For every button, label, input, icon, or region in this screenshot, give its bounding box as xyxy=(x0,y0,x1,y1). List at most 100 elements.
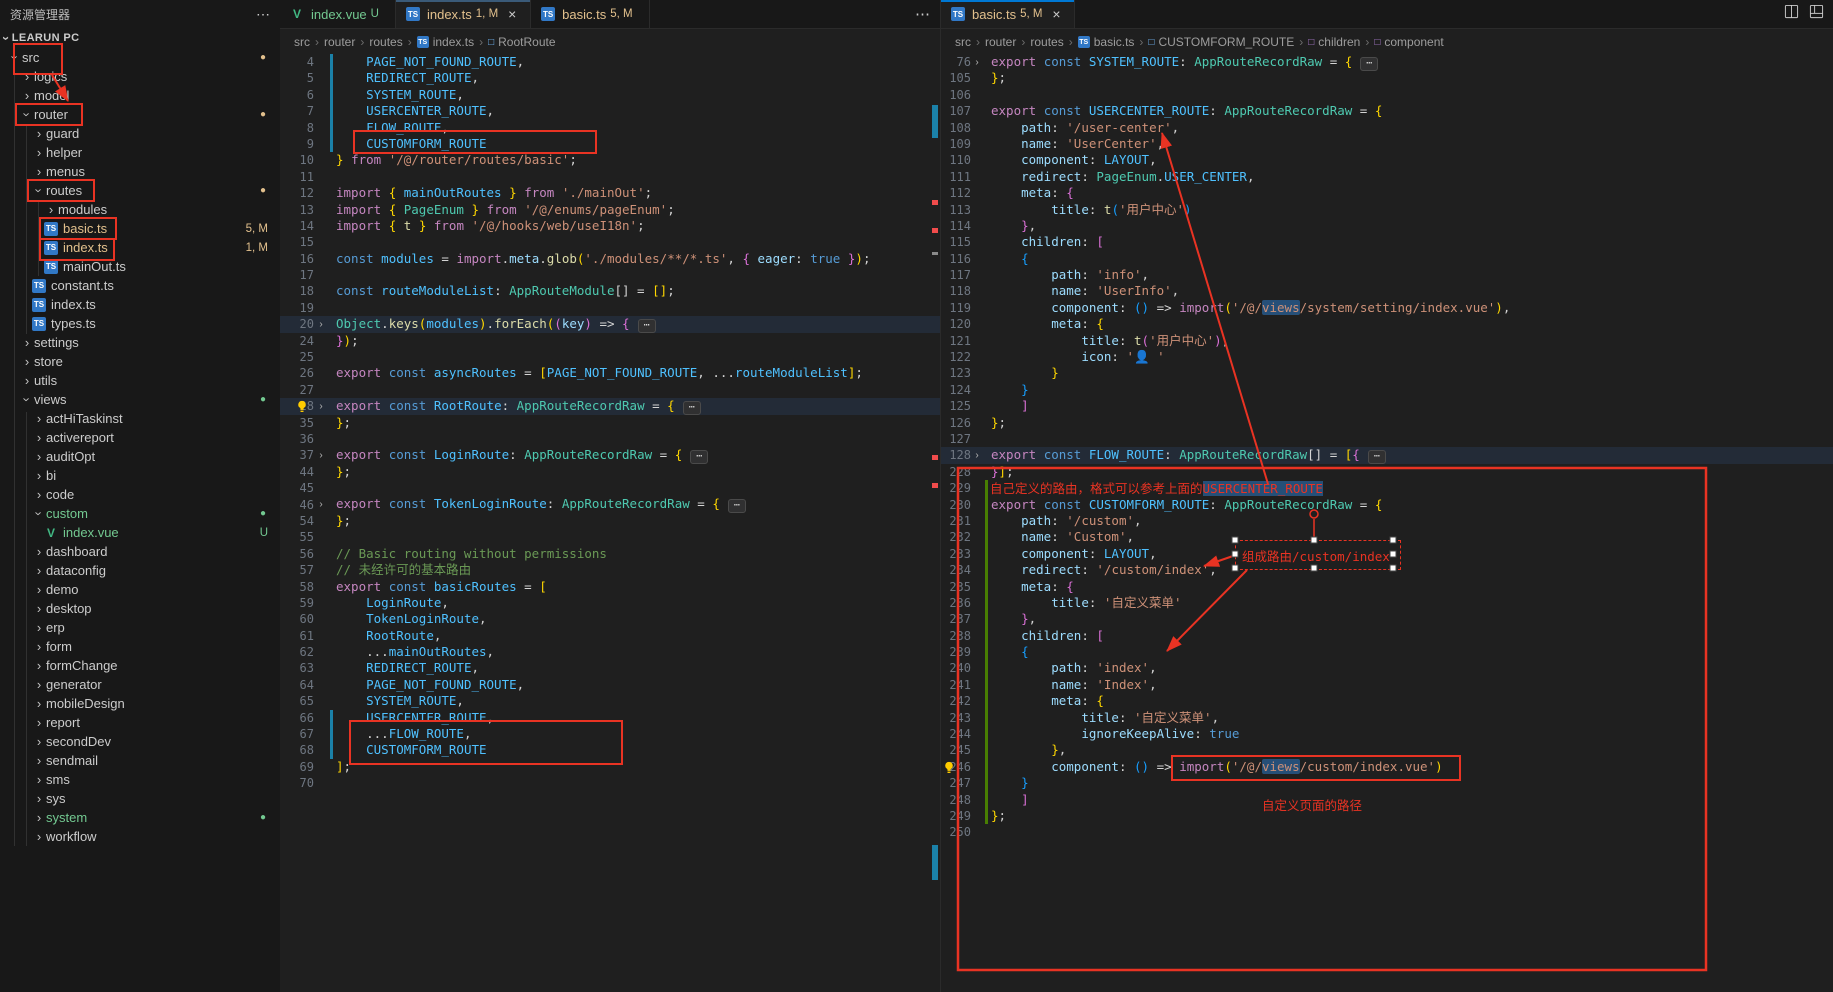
code-line-236[interactable]: 236 title: '自定义菜单' xyxy=(941,595,1833,611)
tree-item-generator[interactable]: ›generator xyxy=(0,675,280,694)
code-line-57[interactable]: 57// 未经许可的基本路由 xyxy=(280,562,940,578)
tree-item-desktop[interactable]: ›desktop xyxy=(0,599,280,618)
tree-item-sendmail[interactable]: ›sendmail xyxy=(0,751,280,770)
code-line-241[interactable]: 241 name: 'Index', xyxy=(941,677,1833,693)
line-number[interactable]: 16 xyxy=(280,251,314,267)
code-line-123[interactable]: 123 } xyxy=(941,365,1833,381)
code-line-113[interactable]: 113 title: t('用户中心') xyxy=(941,202,1833,218)
chevron-right-icon[interactable]: › xyxy=(32,411,46,426)
code-line-248[interactable]: 248 ] xyxy=(941,792,1833,808)
code-line-105[interactable]: 105}; xyxy=(941,70,1833,86)
breadcrumb-item-router[interactable]: router xyxy=(324,35,355,49)
tree-item-index.ts[interactable]: TSindex.ts1, M xyxy=(0,238,280,257)
breadcrumb-item-src[interactable]: src xyxy=(294,35,310,49)
line-number[interactable]: 70 xyxy=(280,775,314,791)
tree-item-system[interactable]: ›system● xyxy=(0,808,280,827)
line-number[interactable]: 63 xyxy=(280,660,314,676)
chevron-right-icon[interactable]: › xyxy=(32,126,46,141)
line-number[interactable]: 44 xyxy=(280,464,314,480)
breadcrumb-item-CUSTOMFORM_ROUTE[interactable]: □CUSTOMFORM_ROUTE xyxy=(1148,35,1294,49)
line-number[interactable]: 242 xyxy=(941,693,971,709)
tree-item-index.ts[interactable]: TSindex.ts xyxy=(0,295,280,314)
chevron-right-icon[interactable]: › xyxy=(32,753,46,768)
tree-item-router[interactable]: ›router● xyxy=(0,105,280,124)
chevron-right-icon[interactable]: › xyxy=(20,69,34,84)
code-line-117[interactable]: 117 path: 'info', xyxy=(941,267,1833,283)
folded-region-ellipsis[interactable]: ⋯ xyxy=(1368,450,1386,464)
code-line-108[interactable]: 108 path: '/user-center', xyxy=(941,120,1833,136)
line-number[interactable]: 106 xyxy=(941,87,971,103)
code-line-245[interactable]: 245 }, xyxy=(941,742,1833,758)
code-line-63[interactable]: 63 REDIRECT_ROUTE, xyxy=(280,660,940,676)
code-line-26[interactable]: 26export const asyncRoutes = [PAGE_NOT_F… xyxy=(280,365,940,381)
code-line-9[interactable]: 9 CUSTOMFORM_ROUTE xyxy=(280,136,940,152)
code-line-13[interactable]: 13import { PageEnum } from '/@/enums/pag… xyxy=(280,202,940,218)
line-number[interactable]: 17 xyxy=(280,267,314,283)
tree-item-code[interactable]: ›code xyxy=(0,485,280,504)
line-number[interactable]: 65 xyxy=(280,693,314,709)
chevron-right-icon[interactable]: › xyxy=(32,601,46,616)
code-line-6[interactable]: 6 SYSTEM_ROUTE, xyxy=(280,87,940,103)
code-line-242[interactable]: 242 meta: { xyxy=(941,693,1833,709)
tree-item-sms[interactable]: ›sms xyxy=(0,770,280,789)
code-line-18[interactable]: 18const routeModuleList: AppRouteModule[… xyxy=(280,283,940,299)
chevron-right-icon[interactable]: › xyxy=(44,202,58,217)
line-number[interactable]: 59 xyxy=(280,595,314,611)
code-line-118[interactable]: 118 name: 'UserInfo', xyxy=(941,283,1833,299)
chevron-right-icon[interactable]: › xyxy=(32,620,46,635)
code-line-67[interactable]: 67 ...FLOW_ROUTE, xyxy=(280,726,940,742)
line-number[interactable]: 4 xyxy=(280,54,314,70)
chevron-right-icon[interactable]: › xyxy=(32,772,46,787)
chevron-right-icon[interactable]: › xyxy=(32,145,46,160)
tree-item-bi[interactable]: ›bi xyxy=(0,466,280,485)
line-number[interactable]: 37 xyxy=(280,447,314,463)
breadcrumb-item-component[interactable]: □component xyxy=(1374,35,1443,49)
breadcrumb-item-RootRoute[interactable]: □RootRoute xyxy=(488,35,555,49)
tab-index.ts[interactable]: TSindex.ts1, M× xyxy=(396,0,531,28)
code-line-64[interactable]: 64 PAGE_NOT_FOUND_ROUTE, xyxy=(280,677,940,693)
annotation-route-compose-box[interactable]: 组成路由/custom/index xyxy=(1235,540,1401,570)
code-line-59[interactable]: 59 LoginRoute, xyxy=(280,595,940,611)
fold-chevron-icon[interactable]: › xyxy=(314,450,328,461)
chevron-right-icon[interactable]: › xyxy=(32,829,46,844)
code-line-55[interactable]: 55 xyxy=(280,529,940,545)
line-number[interactable]: 241 xyxy=(941,677,971,693)
split-editor-icon[interactable] xyxy=(1784,4,1799,24)
line-number[interactable]: 234 xyxy=(941,562,971,578)
line-number[interactable]: 58 xyxy=(280,579,314,595)
fold-chevron-icon[interactable]: › xyxy=(314,401,328,412)
code-line-7[interactable]: 7 USERCENTER_ROUTE, xyxy=(280,103,940,119)
code-line-19[interactable]: 19 xyxy=(280,300,940,316)
code-line-14[interactable]: 14import { t } from '/@/hooks/web/useI18… xyxy=(280,218,940,234)
tree-item-index.vue[interactable]: Vindex.vueU xyxy=(0,523,280,542)
code-line-54[interactable]: 54}; xyxy=(280,513,940,529)
code-line-106[interactable]: 106 xyxy=(941,87,1833,103)
code-line-58[interactable]: 58export const basicRoutes = [ xyxy=(280,579,940,595)
chevron-right-icon[interactable]: › xyxy=(32,696,46,711)
chevron-right-icon[interactable]: › xyxy=(32,563,46,578)
line-number[interactable]: 15 xyxy=(280,234,314,250)
code-line-238[interactable]: 238 children: [ xyxy=(941,628,1833,644)
chevron-right-icon[interactable]: › xyxy=(32,544,46,559)
code-line-126[interactable]: 126}; xyxy=(941,415,1833,431)
code-line-244[interactable]: 244 ignoreKeepAlive: true xyxy=(941,726,1833,742)
line-number[interactable]: 228 xyxy=(941,464,971,480)
line-number[interactable]: 245 xyxy=(941,742,971,758)
breadcrumb-item-routes[interactable]: routes xyxy=(369,35,402,49)
code-editor-index-ts[interactable]: 4 PAGE_NOT_FOUND_ROUTE,5 REDIRECT_ROUTE,… xyxy=(280,54,940,992)
line-number[interactable]: 115 xyxy=(941,234,971,250)
tree-item-utils[interactable]: ›utils xyxy=(0,371,280,390)
chevron-right-icon[interactable]: › xyxy=(32,658,46,673)
line-number[interactable]: 233 xyxy=(941,546,971,562)
code-line-107[interactable]: 107export const USERCENTER_ROUTE: AppRou… xyxy=(941,103,1833,119)
workspace-section-header[interactable]: › LEARUN PC xyxy=(0,28,280,48)
code-line-17[interactable]: 17 xyxy=(280,267,940,283)
folded-region-ellipsis[interactable]: ⋯ xyxy=(690,450,708,464)
line-number[interactable]: 111 xyxy=(941,169,971,185)
code-line-35[interactable]: 35}; xyxy=(280,415,940,431)
code-line-15[interactable]: 15 xyxy=(280,234,940,250)
tree-item-helper[interactable]: ›helper xyxy=(0,143,280,162)
line-number[interactable]: 45 xyxy=(280,480,314,496)
line-number[interactable]: 107 xyxy=(941,103,971,119)
line-number[interactable]: 27 xyxy=(280,382,314,398)
